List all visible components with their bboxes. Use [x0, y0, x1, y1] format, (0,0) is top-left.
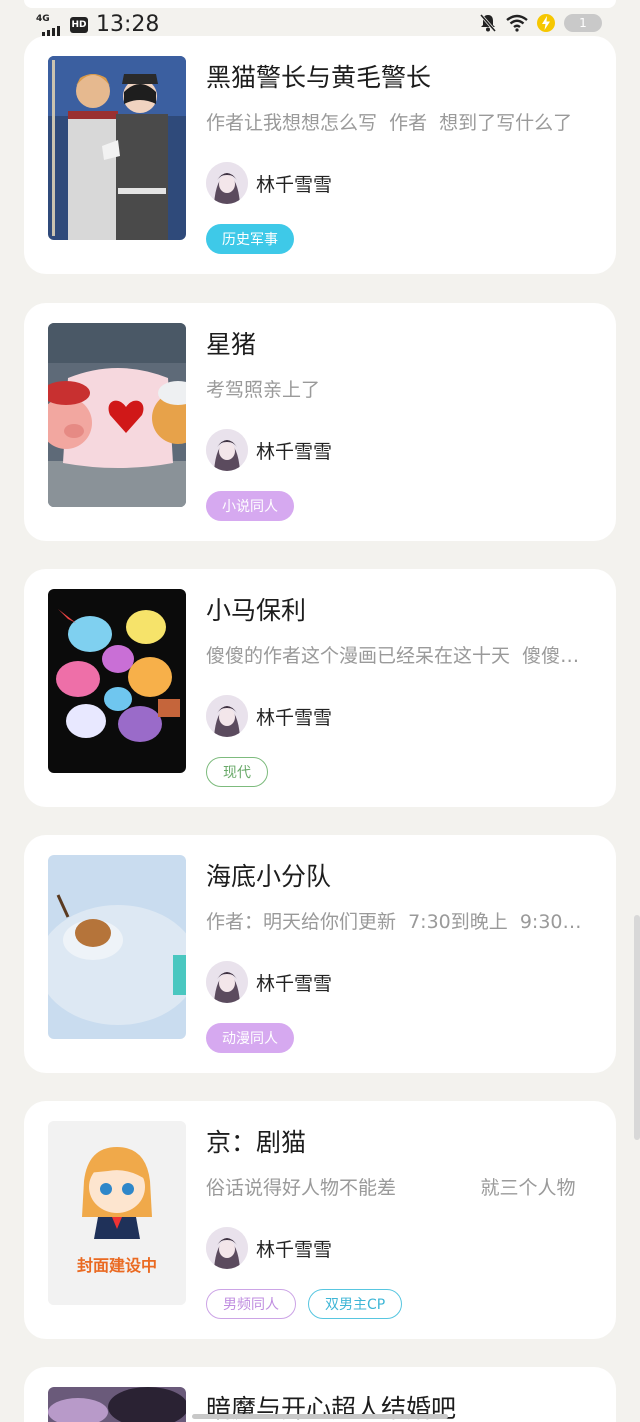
novel-cover[interactable]: 封面建设中 — [48, 1121, 186, 1305]
hd-icon: HD — [70, 16, 88, 33]
novel-card[interactable]: 星猪 考驾照亲上了 林千雪雪 小说同人 — [24, 303, 616, 541]
novel-card[interactable]: 黑猫警长与黄毛警长 作者让我想想怎么写 作者 想到了写什么了 林千雪雪 历史军事 — [24, 36, 616, 274]
author-info[interactable]: 林千雪雪 — [206, 1227, 332, 1269]
genre-tag[interactable]: 历史军事 — [206, 224, 294, 254]
novel-cover[interactable] — [48, 323, 186, 507]
author-name[interactable]: 林千雪雪 — [256, 703, 332, 730]
novel-title[interactable]: 京：剧猫 — [206, 1123, 306, 1159]
novel-card[interactable]: 封面建设中 京：剧猫 俗话说得好人物不能差 就三个人物 林千雪雪 男频同人 双男… — [24, 1101, 616, 1339]
scrollbar[interactable] — [634, 915, 640, 1140]
author-info[interactable]: 林千雪雪 — [206, 429, 332, 471]
signal-icon: 4G — [36, 14, 62, 36]
author-name[interactable]: 林千雪雪 — [256, 969, 332, 996]
charging-icon — [537, 14, 555, 32]
tag-list: 小说同人 — [206, 491, 294, 521]
avatar[interactable] — [206, 1227, 248, 1269]
novel-description: 作者：明天给你们更新 7:30到晚上 9:30更新 — [206, 911, 594, 933]
battery-level: 1 — [579, 16, 587, 30]
genre-tag[interactable]: 动漫同人 — [206, 1023, 294, 1053]
novel-description: 作者让我想想怎么写 作者 想到了写什么了 — [206, 112, 573, 134]
network-type: 4G — [36, 13, 50, 24]
author-info[interactable]: 林千雪雪 — [206, 162, 332, 204]
battery-icon: 1 — [564, 14, 602, 32]
status-bar: 4G HD 13:28 1 — [0, 0, 640, 48]
avatar[interactable] — [206, 429, 248, 471]
avatar[interactable] — [206, 695, 248, 737]
author-name[interactable]: 林千雪雪 — [256, 437, 332, 464]
novel-card[interactable]: 海底小分队 作者：明天给你们更新 7:30到晚上 9:30更新 林千雪雪 动漫同… — [24, 835, 616, 1073]
novel-card[interactable]: 小马保利 傻傻的作者这个漫画已经呆在这十天 傻傻的作者 林千雪雪 现代 — [24, 569, 616, 807]
author-name[interactable]: 林千雪雪 — [256, 170, 332, 197]
genre-tag[interactable]: 男频同人 — [206, 1289, 296, 1319]
genre-tag[interactable]: 小说同人 — [206, 491, 294, 521]
novel-cover[interactable] — [48, 56, 186, 240]
genre-tag[interactable]: 现代 — [206, 757, 268, 787]
novel-description: 俗话说得好人物不能差 就三个人物 — [206, 1177, 576, 1199]
novel-description: 考驾照亲上了 — [206, 379, 321, 401]
novel-description: 傻傻的作者这个漫画已经呆在这十天 傻傻的作者 — [206, 645, 594, 667]
novel-title[interactable]: 小马保利 — [206, 591, 306, 627]
author-info[interactable]: 林千雪雪 — [206, 695, 332, 737]
cover-placeholder-text: 封面建设中 — [76, 1256, 157, 1275]
tag-list: 现代 — [206, 757, 268, 787]
clock: 13:28 — [96, 12, 160, 37]
wifi-icon — [506, 14, 528, 32]
novel-title[interactable]: 黑猫警长与黄毛警长 — [206, 58, 431, 94]
novel-title[interactable]: 星猪 — [206, 325, 256, 361]
novel-title[interactable]: 海底小分队 — [206, 857, 331, 893]
author-info[interactable]: 林千雪雪 — [206, 961, 332, 1003]
novel-cover[interactable] — [48, 1387, 186, 1422]
home-indicator[interactable] — [192, 1414, 448, 1419]
tag-list: 男频同人 双男主CP — [206, 1289, 403, 1319]
novel-cover[interactable] — [48, 589, 186, 773]
author-name[interactable]: 林千雪雪 — [256, 1235, 332, 1262]
avatar[interactable] — [206, 961, 248, 1003]
genre-tag[interactable]: 双男主CP — [308, 1289, 403, 1319]
avatar[interactable] — [206, 162, 248, 204]
mute-bell-icon — [479, 14, 497, 32]
tag-list: 历史军事 — [206, 224, 294, 254]
tag-list: 动漫同人 — [206, 1023, 294, 1053]
novel-cover[interactable] — [48, 855, 186, 1039]
